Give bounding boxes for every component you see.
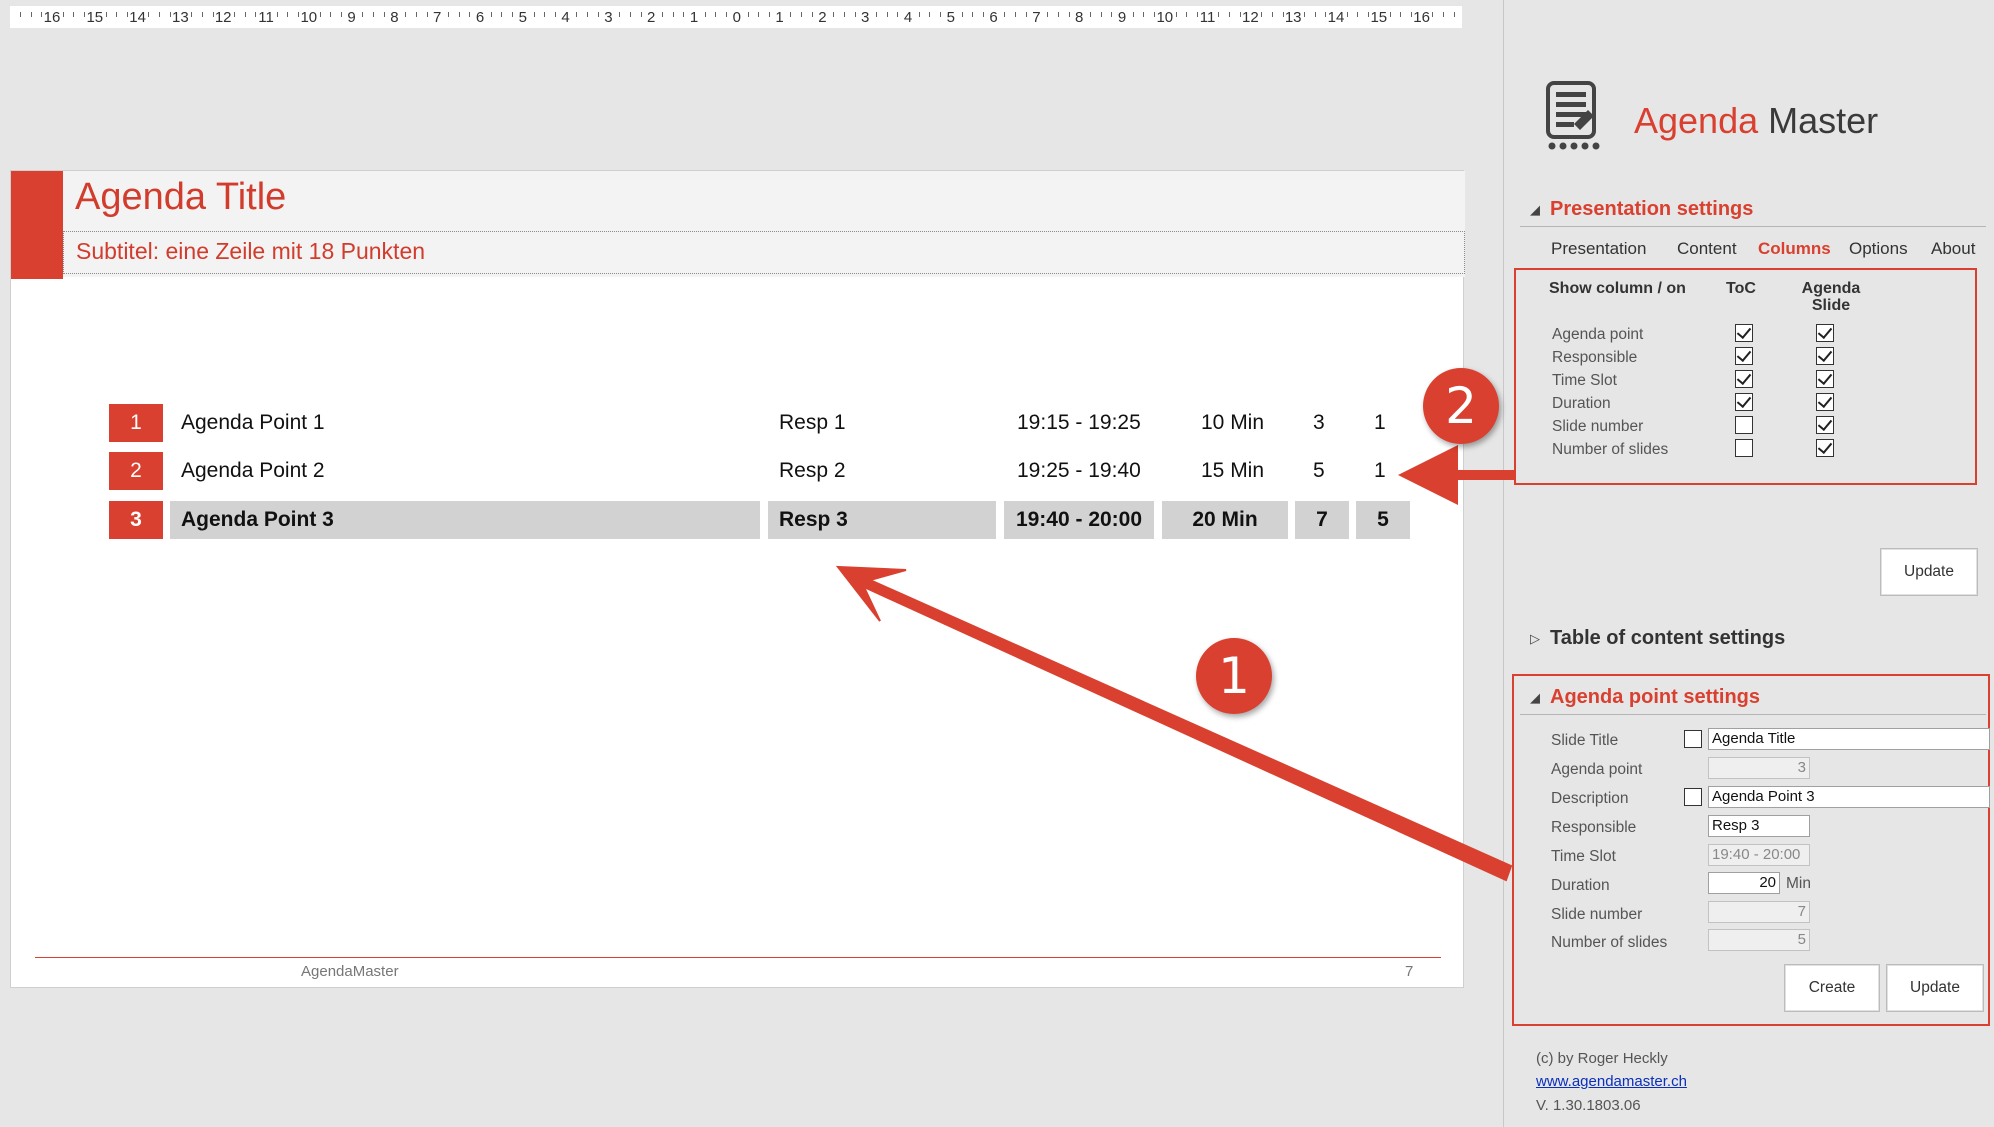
- annotation-badge-2: 2: [1423, 368, 1499, 444]
- arrow-1: [835, 565, 1513, 882]
- arrow-2: [1398, 445, 1516, 505]
- annotation-arrows: [835, 445, 1516, 882]
- annotation-badge-1: 1: [1196, 638, 1272, 714]
